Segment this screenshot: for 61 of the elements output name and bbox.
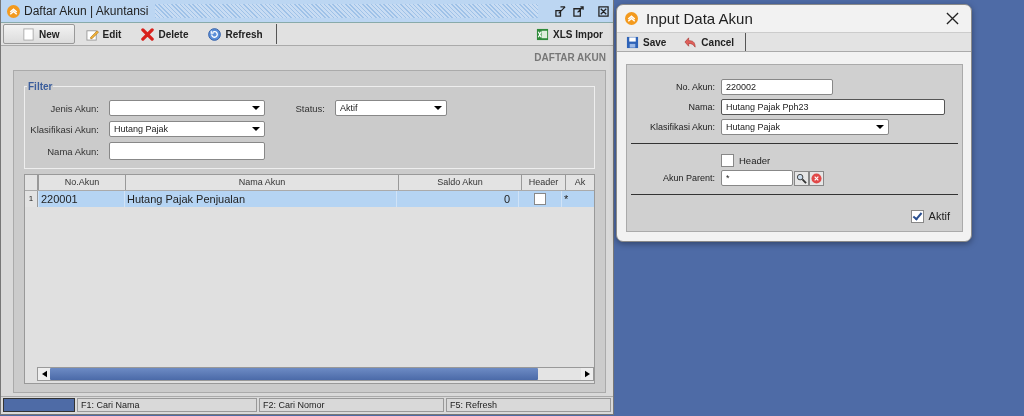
table-cell: * [561, 191, 594, 207]
maximize-icon[interactable] [573, 5, 584, 17]
table-cell: 220001 [38, 191, 124, 207]
spreadsheet-icon [536, 27, 549, 41]
search-button[interactable] [794, 170, 809, 186]
column-header[interactable]: No.Akun [38, 175, 125, 190]
field-label: Klasifikasi Akun: [29, 123, 99, 135]
close-icon[interactable] [598, 5, 609, 17]
field-label: Nama: [687, 102, 715, 112]
window-title: Daftar Akun | Akuntansi [24, 4, 149, 18]
blank-page-icon [22, 27, 35, 41]
field-label: Akun Parent: [661, 173, 715, 183]
field-label: Status: [294, 102, 325, 114]
row-number: 1 [25, 191, 38, 207]
undo-arrow-icon [684, 35, 698, 49]
close-icon[interactable] [946, 12, 959, 25]
header-checkbox[interactable]: Header [721, 153, 771, 167]
delete-icon [141, 27, 155, 41]
jenis-akun-dropdown[interactable] [109, 100, 265, 116]
toolbar-button[interactable]: Refresh [199, 24, 272, 44]
app-logo-icon [625, 12, 638, 25]
status-text: F1: Cari Nama [77, 398, 257, 412]
klasifikasi-akun-dropdown[interactable]: Hutang Pajak [109, 121, 265, 137]
field-label: Jenis Akun: [49, 102, 99, 114]
toolbar-button[interactable]: Edit [76, 24, 131, 44]
header-checkbox[interactable] [534, 193, 546, 205]
field-label: No. Akun: [674, 82, 715, 92]
column-header[interactable]: Nama Akun [125, 175, 398, 190]
klasifikasi-akun-dropdown[interactable]: Hutang Pajak [721, 119, 889, 135]
refresh-icon [208, 27, 222, 41]
column-header[interactable]: Ak [565, 175, 594, 190]
scroll-right-icon[interactable] [584, 370, 590, 378]
status-text: F2: Cari Nomor [259, 398, 444, 412]
table-cell: 0 [396, 191, 518, 207]
field-label: Nama Akun: [46, 145, 99, 157]
clear-button[interactable] [809, 170, 824, 186]
no-akun-field[interactable]: 220002 [721, 79, 833, 95]
dialog-title: Input Data Akun [646, 10, 753, 27]
pencil-icon [85, 27, 99, 41]
status-indicator [3, 398, 75, 412]
aktif-checkbox[interactable]: Aktif [910, 209, 950, 223]
xls-import-button[interactable]: XLS Impor [527, 24, 611, 44]
column-header[interactable]: Saldo Akun [398, 175, 521, 190]
nama-field[interactable]: Hutang Pajak Pph23 [721, 99, 945, 115]
app-logo-icon [7, 4, 20, 18]
nama-akun-field[interactable] [109, 142, 265, 160]
toolbar-button[interactable]: Save [617, 33, 676, 51]
scroll-left-icon[interactable] [41, 370, 47, 378]
filter-title: Filter [27, 81, 54, 92]
akun-parent-field[interactable]: * [721, 170, 793, 186]
field-label: Klasifikasi Akun: [648, 122, 715, 132]
table-cell: Hutang Pajak Penjualan [124, 191, 396, 207]
toolbar-button[interactable]: New [3, 24, 75, 44]
restore-icon[interactable] [555, 5, 566, 17]
toolbar-button[interactable]: Delete [132, 24, 198, 44]
page-heading: DAFTAR AKUN [534, 51, 606, 63]
toolbar-button[interactable]: Cancel [675, 33, 744, 51]
status-text: F5: Refresh [446, 398, 611, 412]
column-header[interactable]: Header [521, 175, 565, 190]
horizontal-scrollbar[interactable] [37, 367, 594, 381]
status-dropdown[interactable]: Aktif [335, 100, 447, 116]
